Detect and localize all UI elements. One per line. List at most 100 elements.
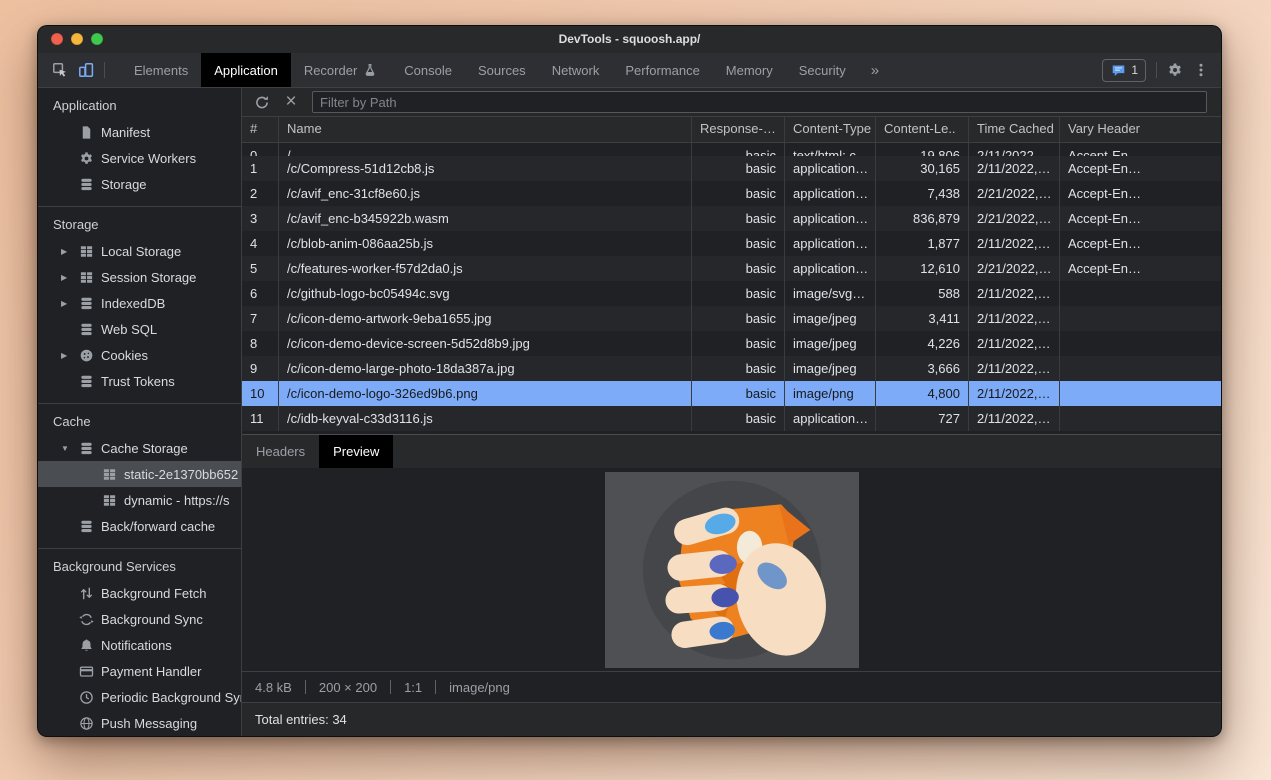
cell-vary-header: Accept-En…: [1060, 143, 1221, 156]
cell-index: 5: [242, 256, 279, 281]
tree-down-arrow-icon[interactable]: ▼: [61, 444, 78, 453]
sidebar-item-trust-tokens[interactable]: Trust Tokens: [38, 368, 241, 394]
cell-content-type: application…: [785, 406, 876, 431]
devtools-window: DevTools - squoosh.app/ ElementsApplicat…: [37, 25, 1222, 737]
database-icon: [78, 295, 94, 311]
tree-right-arrow-icon[interactable]: ▶: [61, 351, 78, 360]
column-header-[interactable]: #: [242, 117, 279, 142]
tab-recorder[interactable]: Recorder: [291, 53, 391, 87]
tree-right-arrow-icon[interactable]: ▶: [61, 299, 78, 308]
sidebar-item-label: static-2e1370bb652: [124, 467, 238, 482]
cell-content-length: 7,438: [876, 181, 969, 206]
sidebar-item-cookies[interactable]: ▶ Cookies: [38, 342, 241, 368]
tab-network[interactable]: Network: [539, 53, 613, 87]
table-row-4[interactable]: 4/c/blob-anim-086aa25b.jsbasicapplicatio…: [242, 231, 1221, 256]
cell-content-length: 19,806: [876, 143, 969, 156]
device-toolbar-icon[interactable]: [78, 62, 94, 78]
tree-right-arrow-icon[interactable]: ▶: [61, 273, 78, 282]
cell-vary-header: [1060, 356, 1221, 381]
total-entries-bar: Total entries: 34: [242, 702, 1221, 736]
image-meta-item: 200 × 200: [319, 680, 377, 695]
table-row-0[interactable]: 0/basictext/html; c…19,8062/11/2022,…Acc…: [242, 143, 1221, 156]
table-row-6[interactable]: 6/c/github-logo-bc05494c.svgbasicimage/s…: [242, 281, 1221, 306]
sidebar-section-cache: Cache▼Cache Storagestatic-2e1370bb652dyn…: [38, 404, 241, 549]
column-header-time-cached[interactable]: Time Cached: [969, 117, 1060, 142]
sidebar-item-notifications[interactable]: Notifications: [38, 632, 241, 658]
sidebar-item-back-forward-cache[interactable]: Back/forward cache: [38, 513, 241, 539]
table-row-5[interactable]: 5/c/features-worker-f57d2da0.jsbasicappl…: [242, 256, 1221, 281]
tab-sources[interactable]: Sources: [465, 53, 539, 87]
filter-by-path-input[interactable]: [312, 91, 1207, 113]
detail-tab-headers[interactable]: Headers: [242, 435, 319, 468]
image-meta-item: 1:1: [404, 680, 422, 695]
cell-name: /c/icon-demo-artwork-9eba1655.jpg: [279, 306, 692, 331]
sidebar-item-local-storage[interactable]: ▶Local Storage: [38, 238, 241, 264]
table-row-1[interactable]: 1/c/Compress-51d12cb8.jsbasicapplication…: [242, 156, 1221, 181]
sidebar-item-push-messaging[interactable]: Push Messaging: [38, 710, 241, 736]
tab-security[interactable]: Security: [786, 53, 859, 87]
settings-gear-icon[interactable]: [1167, 62, 1183, 78]
inspect-element-icon[interactable]: [52, 62, 68, 78]
sidebar-item-payment-handler[interactable]: Payment Handler: [38, 658, 241, 684]
cell-response-type: basic: [692, 356, 785, 381]
sidebar-item-web-sql[interactable]: Web SQL: [38, 316, 241, 342]
clock-icon: [78, 689, 94, 705]
cell-content-length: 12,610: [876, 256, 969, 281]
table-row-2[interactable]: 2/c/avif_enc-31cf8e60.jsbasicapplication…: [242, 181, 1221, 206]
kebab-menu-icon[interactable]: [1193, 62, 1209, 78]
cookie-icon: [78, 347, 94, 363]
table-row-7[interactable]: 7/c/icon-demo-artwork-9eba1655.jpgbasici…: [242, 306, 1221, 331]
tab-memory[interactable]: Memory: [713, 53, 786, 87]
tab-performance[interactable]: Performance: [612, 53, 712, 87]
sidebar-item-label: Cookies: [101, 348, 148, 363]
table-icon: [101, 466, 117, 482]
column-header-response[interactable]: Response-…: [692, 117, 785, 142]
sidebar-item-service-workers[interactable]: Service Workers: [38, 145, 241, 171]
cell-content-type: application…: [785, 231, 876, 256]
table-row-10[interactable]: 10/c/icon-demo-logo-326ed9b6.pngbasicima…: [242, 381, 1221, 406]
refresh-icon[interactable]: [254, 94, 270, 110]
column-header-name[interactable]: Name: [279, 117, 692, 142]
sidebar-item-indexeddb[interactable]: ▶IndexedDB: [38, 290, 241, 316]
sidebar-item-background-fetch[interactable]: Background Fetch: [38, 580, 241, 606]
issues-button[interactable]: 1: [1102, 59, 1146, 82]
column-header-content-type[interactable]: Content-Type: [785, 117, 876, 142]
cell-vary-header: [1060, 281, 1221, 306]
table-row-9[interactable]: 9/c/icon-demo-large-photo-18da387a.jpgba…: [242, 356, 1221, 381]
sidebar-item-static-2e1370bb652[interactable]: static-2e1370bb652: [38, 461, 241, 487]
cell-name: /c/features-worker-f57d2da0.js: [279, 256, 692, 281]
column-header-content-le[interactable]: Content-Le..: [876, 117, 969, 142]
section-title: Background Services: [38, 554, 241, 580]
tab-elements[interactable]: Elements: [121, 53, 201, 87]
table-row-3[interactable]: 3/c/avif_enc-b345922b.wasmbasicapplicati…: [242, 206, 1221, 231]
cell-response-type: basic: [692, 306, 785, 331]
sidebar-item-manifest[interactable]: Manifest: [38, 119, 241, 145]
detail-tab-preview[interactable]: Preview: [319, 435, 393, 468]
sidebar-item-background-sync[interactable]: Background Sync: [38, 606, 241, 632]
more-tabs-chevron-icon[interactable]: »: [859, 62, 891, 79]
issues-count: 1: [1131, 63, 1138, 77]
cell-time-cached: 2/21/2022,…: [969, 206, 1060, 231]
column-header-vary-header[interactable]: Vary Header: [1060, 117, 1221, 142]
table-header: #NameResponse-…Content-TypeContent-Le..T…: [242, 116, 1221, 143]
cell-response-type: basic: [692, 181, 785, 206]
sidebar-item-cache-storage[interactable]: ▼ Cache Storage: [38, 435, 241, 461]
tree-right-arrow-icon[interactable]: ▶: [61, 247, 78, 256]
cell-content-type: image/png: [785, 381, 876, 406]
cell-content-type: application…: [785, 181, 876, 206]
sidebar-item-periodic-background-sync[interactable]: Periodic Background Sync: [38, 684, 241, 710]
table-row-11[interactable]: 11/c/idb-keyval-c33d3116.jsbasicapplicat…: [242, 406, 1221, 431]
clear-icon[interactable]: ×: [283, 94, 299, 110]
cell-index: 0: [242, 143, 279, 156]
sidebar-item-session-storage[interactable]: ▶Session Storage: [38, 264, 241, 290]
cell-name: /c/github-logo-bc05494c.svg: [279, 281, 692, 306]
tab-application[interactable]: Application: [201, 53, 291, 87]
cell-name: /c/icon-demo-large-photo-18da387a.jpg: [279, 356, 692, 381]
sidebar-item-label: Cache Storage: [101, 441, 188, 456]
table-row-8[interactable]: 8/c/icon-demo-device-screen-5d52d8b9.jpg…: [242, 331, 1221, 356]
cell-index: 11: [242, 406, 279, 431]
sidebar-item-dynamic-https-s[interactable]: dynamic - https://s: [38, 487, 241, 513]
tab-console[interactable]: Console: [391, 53, 465, 87]
sidebar-item-storage[interactable]: Storage: [38, 171, 241, 197]
flask-icon: [362, 62, 378, 78]
